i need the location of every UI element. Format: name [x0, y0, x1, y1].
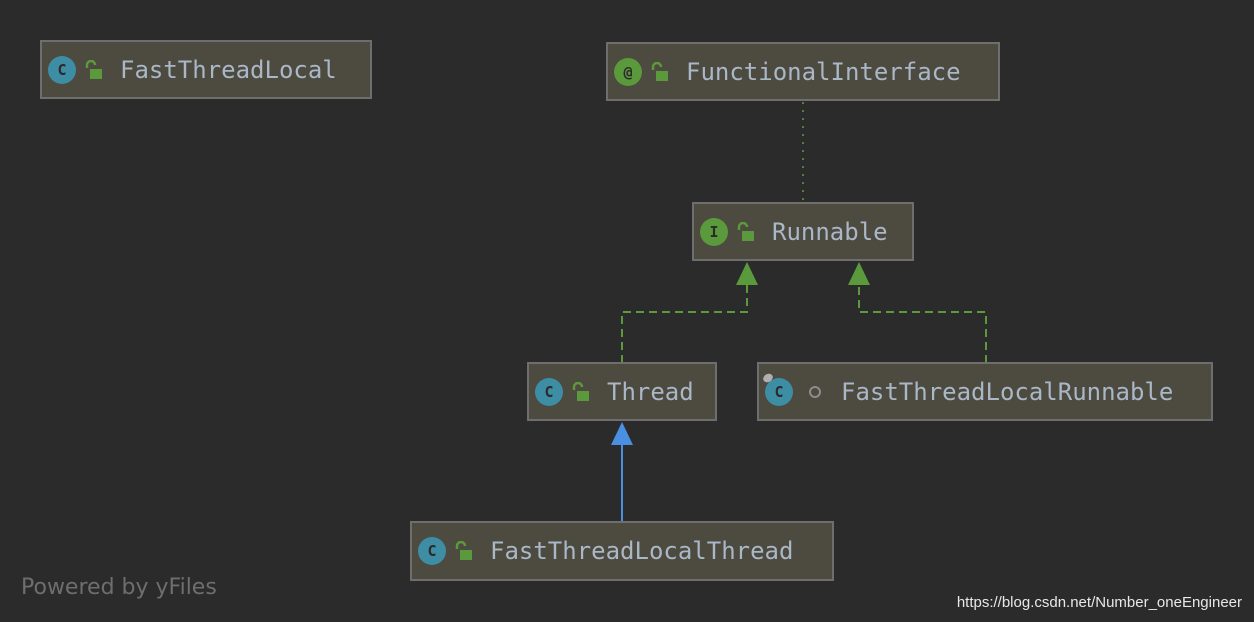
node-fast-thread-local-thread[interactable]: C FastThreadLocalThread [410, 521, 834, 581]
interface-icon: I [700, 217, 728, 246]
public-lock-icon [455, 541, 472, 560]
node-label: Thread [607, 377, 694, 406]
node-fast-thread-local-runnable[interactable]: C FastThreadLocalRunnable [757, 362, 1213, 421]
edge-thread-implements-runnable [621, 284, 748, 363]
annotation-icon: @ [614, 57, 642, 86]
final-class-icon: C [761, 371, 793, 406]
node-functional-interface[interactable]: @ FunctionalInterface [606, 42, 1000, 101]
node-label: FunctionalInterface [686, 57, 961, 86]
badge-letter: C [774, 382, 784, 401]
final-pin-icon [761, 371, 775, 384]
arrowhead-ftlthread-thread [611, 422, 633, 445]
arrowhead-ftlrunnable-runnable [848, 262, 870, 285]
public-lock-icon [651, 61, 668, 81]
class-icon: C [418, 537, 446, 565]
package-private-icon [809, 385, 821, 398]
edge-ftlrunnable-implements-runnable [858, 284, 987, 363]
node-fast-thread-local[interactable]: C FastThreadLocal [40, 40, 372, 99]
public-lock-icon [572, 381, 589, 401]
node-label: FastThreadLocalRunnable [841, 377, 1174, 406]
node-label: FastThreadLocal [120, 55, 337, 84]
arrowhead-thread-runnable [736, 262, 758, 285]
node-label: Runnable [772, 217, 888, 246]
powered-by-text: Powered by yFiles [21, 575, 217, 600]
class-icon: C [535, 377, 563, 406]
class-icon: C [48, 55, 76, 84]
node-label: FastThreadLocalThread [490, 537, 794, 565]
watermark: https://blog.csdn.net/Number_oneEngineer [956, 594, 1242, 611]
node-thread[interactable]: C Thread [527, 362, 717, 421]
public-lock-icon [85, 59, 102, 79]
public-lock-icon [737, 221, 754, 241]
node-runnable[interactable]: I Runnable [692, 202, 914, 261]
